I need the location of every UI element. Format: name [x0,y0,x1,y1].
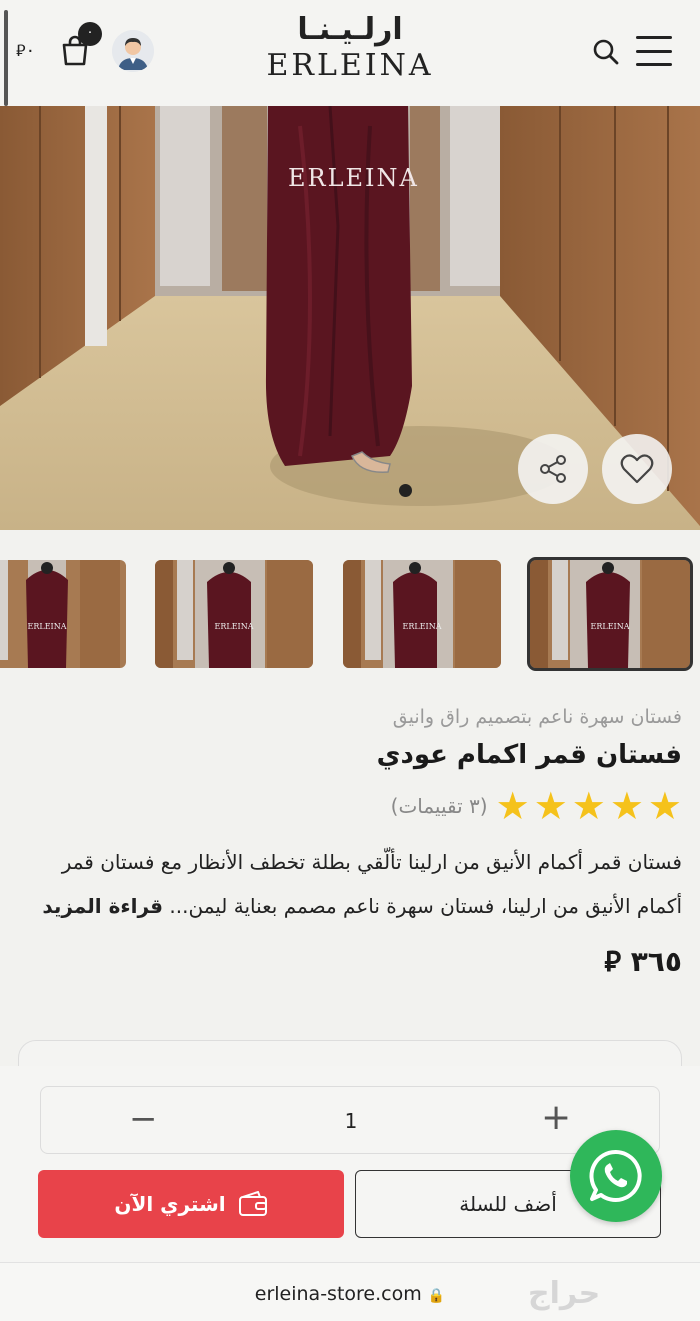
price-value: ٣٦٥ [630,945,682,978]
heart-icon [620,454,654,484]
carousel-dot[interactable] [399,484,412,497]
cart-count-badge: ٠ [78,22,102,46]
buy-now-label: اشتري الآن [114,1192,226,1216]
thumbnail[interactable]: ERLEINA [343,560,501,668]
search-icon[interactable] [592,38,620,66]
buy-now-button[interactable]: اشتري الآن [38,1170,344,1238]
thumbnail[interactable]: ERLEINA [0,560,126,668]
scrollbar[interactable] [4,10,8,106]
star-icon: ★ [533,784,568,828]
product-page: ⃁٠ ٠ ارلـيـنـا ERLEINA [0,0,700,1321]
logo-arabic: ارلـيـنـا [297,12,403,47]
riyal-icon: ⃁ [604,945,621,978]
share-icon [540,455,566,483]
rating-row[interactable]: ★ ★ ★ ★ ★ (٣ تقييمات) [18,786,682,826]
whatsapp-button[interactable] [570,1130,662,1222]
whatsapp-icon [589,1149,642,1202]
thumbnail-strip: ERLEINA ERLEINA ERLEINA ERLEINA [0,557,700,671]
product-description: فستان قمر أكمام الأنيق من ارلينا تألّقي … [18,840,682,928]
wallet-icon [238,1191,267,1216]
lock-icon: 🔒 [427,1288,446,1304]
product-title: فستان قمر اكمام عودي [376,740,682,770]
hero-watermark: ERLEINA [288,164,419,192]
star-icon: ★ [647,784,682,828]
product-subtitle: فستان سهرة ناعم بتصميم راق وانيق [392,706,682,728]
quantity-increase-button[interactable]: + [541,1099,571,1137]
riyal-icon: ⃁ [16,41,26,60]
product-info: فستان سهرة ناعم بتصميم راق وانيق فستان ق… [18,700,682,984]
cart-total: ⃁٠ [16,40,36,61]
add-to-cart-label: أضف للسلة [459,1192,557,1216]
menu-icon[interactable] [636,36,672,66]
logo-english: ERLEINA [266,48,434,83]
star-rating: ★ ★ ★ ★ ★ [496,786,682,826]
quantity-stepper: − 1 + [40,1086,660,1154]
star-icon: ★ [571,784,606,828]
star-icon: ★ [609,784,644,828]
reviews-count[interactable]: (٣ تقييمات) [391,794,488,818]
user-avatar-icon[interactable] [112,30,154,72]
thumbnail[interactable]: ERLEINA [155,560,313,668]
favorite-button[interactable] [602,434,672,504]
star-icon: ★ [495,784,530,828]
share-button[interactable] [518,434,588,504]
product-price: ٣٦٥ ⃁ [18,940,682,984]
watermark-logo: حراج [528,1276,601,1311]
site-header: ⃁٠ ٠ ارلـيـنـا ERLEINA [0,0,700,106]
read-more-link[interactable]: قراءة المزيد [42,894,163,918]
thumbnail-active[interactable]: ERLEINA [527,557,693,671]
product-main-image[interactable]: ERLEINA [0,106,700,530]
brand-logo[interactable]: ارلـيـنـا ERLEINA [240,12,460,84]
